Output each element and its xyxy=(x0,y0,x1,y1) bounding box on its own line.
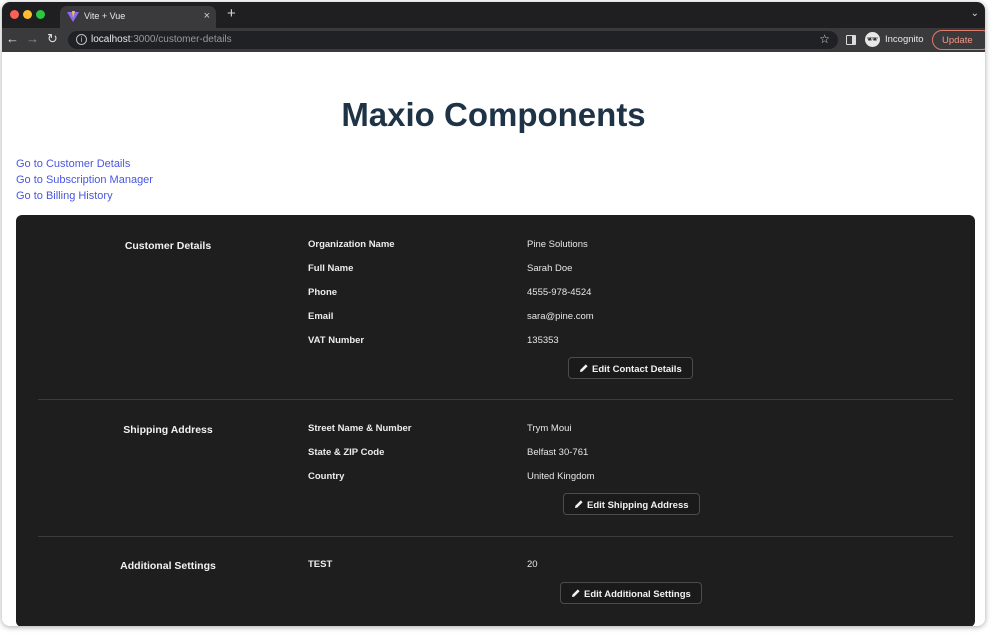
field-label: Email xyxy=(308,311,334,322)
field-value: 20 xyxy=(527,559,538,570)
field-value: Pine Solutions xyxy=(527,239,588,250)
field-label: Phone xyxy=(308,287,338,298)
browser-window: Vite + Vue × + ⌄ ← → ↻ i localhost:3000/… xyxy=(2,2,985,626)
tab-search-icon[interactable]: ⌄ xyxy=(971,8,979,19)
vite-logo-icon xyxy=(67,11,79,22)
tab-bar: Vite + Vue × + ⌄ xyxy=(2,2,985,28)
field-value: 135353 xyxy=(527,335,559,346)
page-content: Maxio Components Go to Customer Details … xyxy=(2,52,985,626)
reload-icon[interactable]: ↻ xyxy=(47,32,58,46)
url-host: localhost xyxy=(91,34,131,45)
edit-shipping-address-label: Edit Shipping Address xyxy=(587,500,689,511)
url-path: :3000/customer-details xyxy=(130,34,232,45)
field-label: Full Name xyxy=(308,263,354,274)
browser-tab[interactable]: Vite + Vue × xyxy=(60,6,216,28)
minimize-window-button[interactable] xyxy=(23,10,32,19)
field-value: sara@pine.com xyxy=(527,311,594,322)
pencil-icon xyxy=(580,364,588,372)
field-value: Belfast 30-761 xyxy=(527,447,589,458)
tab-close-icon[interactable]: × xyxy=(204,9,210,23)
link-subscription-manager[interactable]: Go to Subscription Manager xyxy=(16,174,153,186)
edit-additional-settings-label: Edit Additional Settings xyxy=(584,589,691,600)
field-label: TEST xyxy=(308,559,333,570)
field-label: Street Name & Number xyxy=(308,423,412,434)
pencil-icon xyxy=(572,589,580,597)
section-title-customer-details: Customer Details xyxy=(124,240,212,252)
section-divider xyxy=(38,536,953,537)
link-billing-history[interactable]: Go to Billing History xyxy=(16,190,113,202)
section-title-additional-settings: Additional Settings xyxy=(120,560,216,572)
new-tab-icon[interactable]: + xyxy=(227,6,236,22)
field-value: United Kingdom xyxy=(527,471,595,482)
field-value: Trym Moui xyxy=(527,423,572,434)
side-panel-icon[interactable] xyxy=(846,35,856,45)
section-title-shipping-address: Shipping Address xyxy=(123,424,213,436)
browser-toolbar: ← → ↻ i localhost:3000/customer-details … xyxy=(2,28,985,52)
edit-shipping-address-button[interactable]: Edit Shipping Address xyxy=(563,493,700,515)
edit-contact-details-button[interactable]: Edit Contact Details xyxy=(568,357,693,379)
url-text: localhost:3000/customer-details xyxy=(91,34,232,45)
page-title: Maxio Components xyxy=(341,96,646,133)
pencil-icon xyxy=(575,500,583,508)
maximize-window-button[interactable] xyxy=(36,10,45,19)
back-arrow-icon[interactable]: ← xyxy=(6,32,19,46)
customer-details-panel: Customer Details Organization Name Pine … xyxy=(16,215,975,626)
tab-title: Vite + Vue xyxy=(84,11,126,21)
section-divider xyxy=(38,399,953,400)
forward-arrow-icon[interactable]: → xyxy=(26,32,39,46)
edit-additional-settings-button[interactable]: Edit Additional Settings xyxy=(560,582,702,604)
field-label: VAT Number xyxy=(308,335,365,346)
site-info-icon[interactable]: i xyxy=(76,34,87,45)
incognito-label: Incognito xyxy=(885,34,924,45)
link-customer-details[interactable]: Go to Customer Details xyxy=(16,158,130,170)
field-label: Country xyxy=(308,471,345,482)
update-button[interactable]: Update xyxy=(932,30,985,50)
field-value: Sarah Doe xyxy=(527,263,573,274)
field-value: 4555-978-4524 xyxy=(527,287,592,298)
close-window-button[interactable] xyxy=(10,10,19,19)
edit-contact-details-label: Edit Contact Details xyxy=(592,364,682,375)
address-bar[interactable]: i localhost:3000/customer-details ☆ xyxy=(68,31,838,49)
incognito-icon[interactable]: 🕶 xyxy=(865,32,880,47)
bookmark-star-icon[interactable]: ☆ xyxy=(819,32,830,46)
field-label: State & ZIP Code xyxy=(308,447,385,458)
field-label: Organization Name xyxy=(308,239,395,250)
